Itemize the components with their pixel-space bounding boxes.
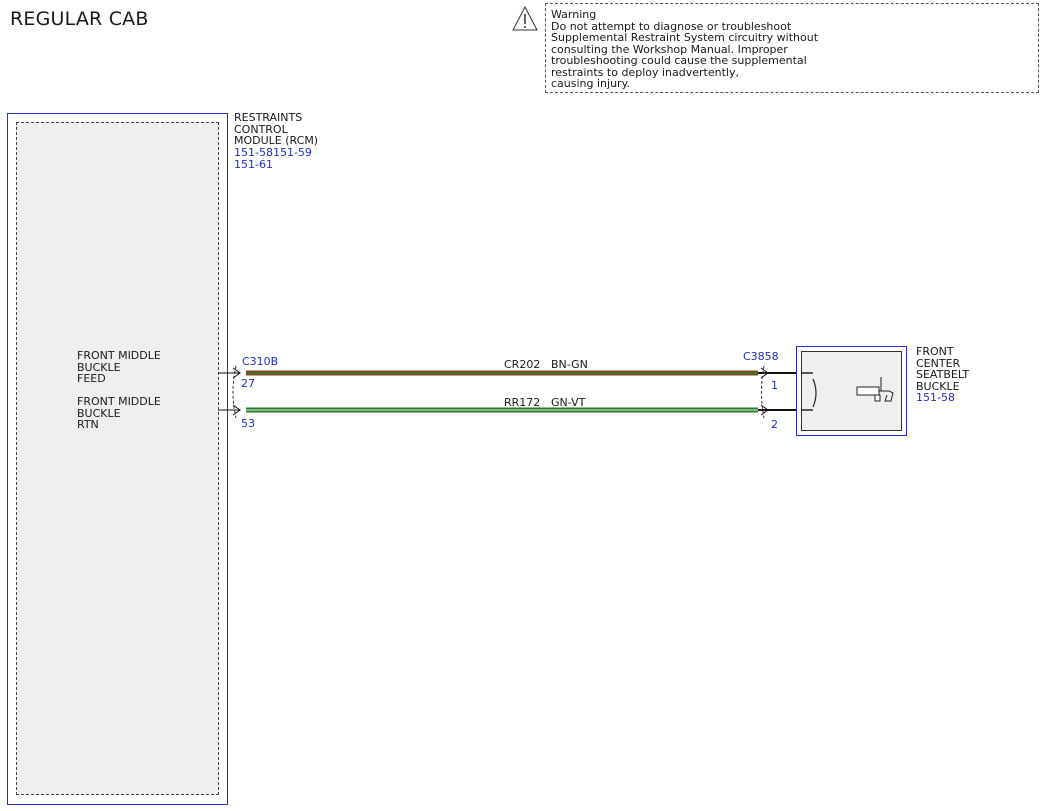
wire-rr172-circuit: RR172	[504, 396, 541, 409]
buckle-name-label: FRONT CENTER SEATBELT BUCKLE	[916, 345, 970, 393]
buckle-pin-rtn: 2	[771, 418, 778, 431]
rcm-rtn-arrow	[218, 404, 241, 416]
wire-rr172-color: GN-VT	[551, 396, 586, 409]
buckle-connector-label[interactable]: C3858	[743, 351, 779, 363]
wire-cr202-circuit: CR202	[504, 358, 541, 371]
wire-cr202-color: BN-GN	[551, 358, 588, 371]
buckle-feed-arrow	[758, 367, 797, 379]
buckle-reference-link[interactable]: 151-58	[916, 392, 955, 404]
buckle-pin-feed: 1	[771, 379, 778, 392]
buckle-rtn-arrow	[758, 404, 797, 416]
seatbelt-buckle-switch-icon	[801, 372, 894, 411]
rcm-feed-arrow	[218, 367, 241, 379]
